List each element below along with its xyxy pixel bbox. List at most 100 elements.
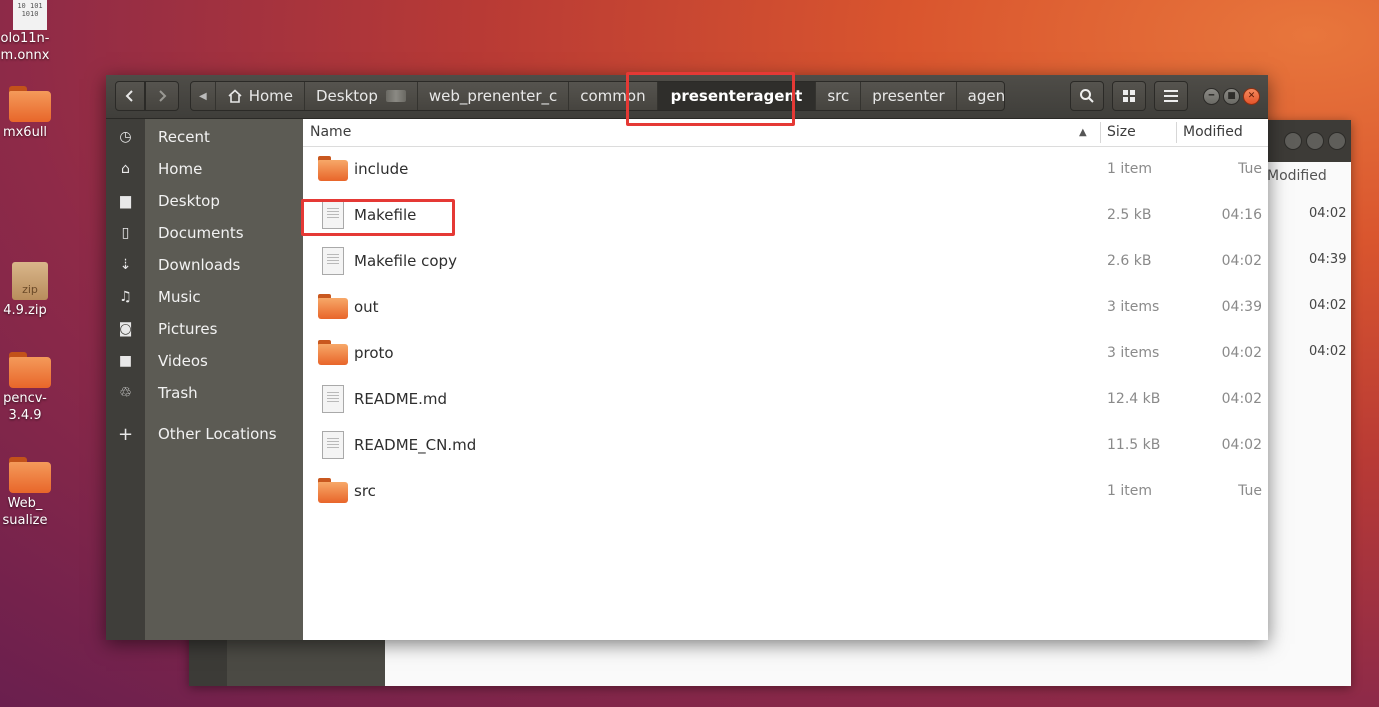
search-icon xyxy=(1080,89,1094,103)
file-row[interactable]: out 3 items 04:39 xyxy=(303,284,1268,330)
hamburger-menu-icon xyxy=(1164,90,1178,102)
file-row[interactable]: README.md 12.4 kB 04:02 xyxy=(303,376,1268,422)
video-icon: ■ xyxy=(118,353,133,369)
file-modified: Tue xyxy=(1238,483,1262,499)
desktop-icon-zip[interactable]: zip 4.9.zip xyxy=(0,262,60,319)
folder-icon xyxy=(9,457,51,493)
file-size: 11.5 kB xyxy=(1107,437,1161,453)
desktop-icon-label: m.onnx xyxy=(0,48,50,63)
search-button[interactable] xyxy=(1070,81,1104,111)
file-modified: 04:02 xyxy=(1221,391,1262,407)
breadcrumb-agent[interactable]: agent xyxy=(957,82,1005,110)
close-icon[interactable] xyxy=(1328,132,1346,150)
home-icon xyxy=(228,89,242,103)
desktop-icon-mx6ull[interactable]: mx6ull xyxy=(0,86,60,141)
menu-button[interactable] xyxy=(1154,81,1188,111)
sort-ascending-icon[interactable]: ▲ xyxy=(1079,119,1087,146)
breadcrumb-label: web_prenenter_c xyxy=(428,87,558,105)
maximize-button[interactable]: ■ xyxy=(1223,88,1240,105)
file-row[interactable]: include 1 item Tue xyxy=(303,146,1268,192)
minimize-icon[interactable] xyxy=(1284,132,1302,150)
breadcrumb-home[interactable]: Home xyxy=(216,82,305,110)
breadcrumb-label: Home xyxy=(248,87,293,105)
trash-icon: ♲ xyxy=(119,385,132,401)
clock-icon: ◷ xyxy=(119,129,132,145)
chevron-left-icon xyxy=(125,90,133,102)
file-size: 1 item xyxy=(1107,483,1152,499)
file-modified: Tue xyxy=(1238,161,1262,177)
desktop-icon-onnx[interactable]: 10 101 1010 olo11n- m.onnx xyxy=(0,0,60,64)
file-row[interactable]: proto 3 items 04:02 xyxy=(303,330,1268,376)
file-name: include xyxy=(354,160,409,178)
sidebar-item-desktop[interactable]: ▆ Desktop xyxy=(106,186,303,216)
breadcrumb: ◀ Home Desktop web_prenenter_c common pr… xyxy=(190,81,1005,111)
modified-cell: 04:39 xyxy=(1309,252,1347,267)
breadcrumb-label: agent xyxy=(967,87,1005,105)
column-header-modified[interactable]: Modified xyxy=(1183,119,1243,146)
breadcrumb-label: presenter xyxy=(872,87,945,105)
document-icon: ▯ xyxy=(121,225,130,241)
breadcrumb-desktop[interactable]: Desktop xyxy=(305,82,418,110)
sidebar-item-recent[interactable]: ◷ Recent xyxy=(106,122,303,152)
file-name: proto xyxy=(354,344,394,362)
minimize-icon: ━ xyxy=(1208,91,1215,101)
breadcrumb-label: src xyxy=(827,87,850,105)
file-manager-window[interactable]: ◀ Home Desktop web_prenenter_c common pr… xyxy=(106,75,1268,640)
file-name: src xyxy=(354,482,376,500)
back-button[interactable] xyxy=(115,81,145,111)
column-header-modified[interactable]: Modified xyxy=(1267,168,1327,184)
file-row[interactable]: src 1 item Tue xyxy=(303,468,1268,514)
file-row[interactable]: Makefile copy 2.6 kB 04:02 xyxy=(303,238,1268,284)
column-divider[interactable] xyxy=(1176,122,1177,143)
sidebar-item-trash[interactable]: ♲ Trash xyxy=(106,378,303,408)
sidebar-item-other-locations[interactable]: + Other Locations xyxy=(106,419,303,449)
close-button[interactable]: ✕ xyxy=(1243,88,1260,105)
maximize-icon[interactable] xyxy=(1306,132,1324,150)
column-header-size[interactable]: Size xyxy=(1107,119,1136,146)
download-icon: ⇣ xyxy=(119,257,132,273)
sidebar-item-label: Music xyxy=(158,288,201,306)
maximize-icon: ■ xyxy=(1227,91,1236,101)
sidebar-item-downloads[interactable]: ⇣ Downloads xyxy=(106,250,303,280)
desktop-icon-web[interactable]: Web_ sualize xyxy=(0,457,60,529)
binary-file-icon: 10 101 1010 xyxy=(13,0,47,30)
column-header-name[interactable]: Name xyxy=(310,119,351,146)
file-modified: 04:39 xyxy=(1221,299,1262,315)
column-divider[interactable] xyxy=(1100,122,1101,143)
text-file-icon xyxy=(322,385,344,413)
view-toggle-button[interactable] xyxy=(1112,81,1146,111)
folder-icon: ▆ xyxy=(120,193,131,209)
file-size: 3 items xyxy=(1107,345,1160,361)
file-row[interactable]: README_CN.md 11.5 kB 04:02 xyxy=(303,422,1268,468)
grid-view-icon xyxy=(1123,90,1135,102)
file-size: 2.5 kB xyxy=(1107,207,1152,223)
breadcrumb-web-prenenter[interactable]: web_prenenter_c xyxy=(418,82,570,110)
desktop-icon-label: 3.4.9 xyxy=(8,408,42,423)
sidebar-item-home[interactable]: ⌂ Home xyxy=(106,154,303,184)
breadcrumb-presenter[interactable]: presenter xyxy=(861,82,957,110)
forward-button[interactable] xyxy=(145,81,179,111)
folder-icon xyxy=(318,293,348,319)
file-name: README_CN.md xyxy=(354,436,477,454)
plus-icon: + xyxy=(117,423,134,445)
folder-icon xyxy=(318,339,348,365)
sidebar-item-label: Home xyxy=(158,160,203,178)
folder-icon xyxy=(9,352,51,388)
file-name: out xyxy=(354,298,379,316)
desktop-icon-label: olo11n- xyxy=(0,31,50,46)
minimize-button[interactable]: ━ xyxy=(1203,88,1220,105)
breadcrumb-scroll-left[interactable]: ◀ xyxy=(191,82,216,110)
file-list-view: Name ▲ Size Modified include 1 item Tue … xyxy=(303,119,1268,640)
blurred-crumb xyxy=(385,90,406,102)
desktop-icon-label: 4.9.zip xyxy=(3,303,47,318)
sidebar-item-pictures[interactable]: ◙ Pictures xyxy=(106,314,303,344)
sidebar-item-documents[interactable]: ▯ Documents xyxy=(106,218,303,248)
breadcrumb-src[interactable]: src xyxy=(816,82,862,110)
desktop-icon-opencv[interactable]: pencv- 3.4.9 xyxy=(0,352,60,424)
desktop-icon-label: mx6ull xyxy=(2,125,48,140)
file-size: 2.6 kB xyxy=(1107,253,1152,269)
sidebar-item-music[interactable]: ♫ Music xyxy=(106,282,303,312)
desktop-icon-label: Web_ xyxy=(7,496,43,511)
sidebar-item-videos[interactable]: ■ Videos xyxy=(106,346,303,376)
file-size: 3 items xyxy=(1107,299,1160,315)
